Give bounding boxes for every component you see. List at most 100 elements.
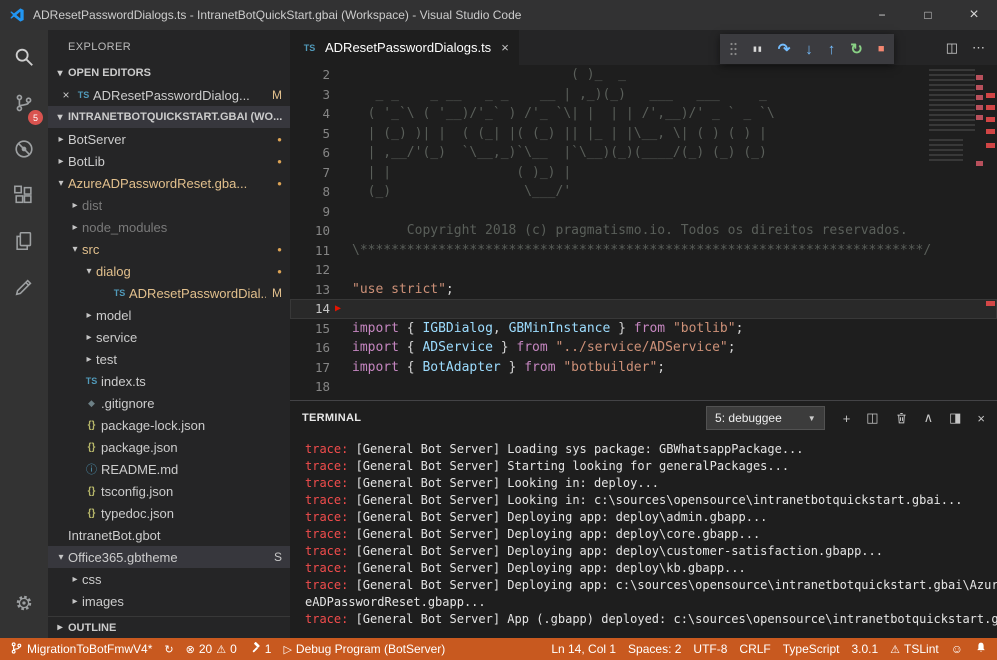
step-over-button[interactable]: ↷ — [778, 42, 791, 57]
chevron-right-icon[interactable]: ▸ — [82, 310, 96, 321]
chevron-right-icon[interactable]: ▸ — [54, 134, 68, 145]
new-terminal-button[interactable]: + — [843, 411, 851, 426]
chevron-down-icon[interactable]: ▾ — [54, 552, 68, 563]
running-tasks-status[interactable]: 1 — [243, 638, 278, 660]
code-line-7[interactable]: 7 | | ( )_) | — [290, 163, 997, 183]
sync-button[interactable]: ↻ — [158, 638, 179, 660]
terminal-session-select[interactable]: 5: debuggee ▼ — [706, 406, 825, 430]
code-line-13[interactable]: 13"use strict"; — [290, 280, 997, 300]
tree-item--gitignore[interactable]: ◆.gitignore — [48, 392, 290, 414]
code-line-9[interactable]: 9 — [290, 202, 997, 222]
feedback-smiley[interactable]: ☺ — [945, 638, 969, 660]
eol-status[interactable]: CRLF — [733, 638, 776, 660]
maximize-panel-button[interactable]: ∧ — [924, 410, 934, 426]
chevron-down-icon[interactable]: ▾ — [54, 178, 68, 189]
chevron-down-icon[interactable]: ▾ — [68, 244, 82, 255]
tree-item-readme-md[interactable]: ⓘREADME.md — [48, 458, 290, 480]
stop-button[interactable]: ■ — [878, 44, 885, 55]
activity-settings[interactable] — [0, 582, 48, 628]
chevron-right-icon[interactable]: ▸ — [68, 574, 82, 585]
ts-version-status[interactable]: 3.0.1 — [845, 638, 884, 660]
code-line-10[interactable]: 10 Copyright 2018 (c) pragmatismo.io. To… — [290, 221, 997, 241]
tree-item-adresetpassworddial-[interactable]: TSADResetPasswordDial...M — [48, 282, 290, 304]
tslint-status[interactable]: ⚠ TSLint — [884, 638, 945, 660]
activity-edit[interactable] — [0, 266, 48, 312]
tree-item-azureadpasswordreset-gba-[interactable]: ▾AzureADPasswordReset.gba...● — [48, 172, 290, 194]
minimap[interactable] — [927, 65, 983, 400]
open-editor-item[interactable]: × TS ADResetPasswordDialog... M — [48, 84, 290, 106]
panel-layout-button[interactable]: ◨ — [949, 410, 961, 426]
activity-source-control[interactable]: 5 — [0, 82, 48, 128]
chevron-right-icon[interactable]: ▸ — [54, 156, 68, 167]
code-line-18[interactable]: 18 — [290, 377, 997, 397]
chevron-right-icon[interactable]: ▸ — [68, 596, 82, 607]
tree-item-tsconfig-json[interactable]: {}tsconfig.json — [48, 480, 290, 502]
chevron-down-icon[interactable]: ▾ — [82, 266, 96, 277]
tree-item-src[interactable]: ▾src● — [48, 238, 290, 260]
code-line-11[interactable]: 11\*************************************… — [290, 241, 997, 261]
tree-item-index-ts[interactable]: TSindex.ts — [48, 370, 290, 392]
notifications[interactable] — [969, 638, 993, 660]
tree-item-dialog[interactable]: ▾dialog● — [48, 260, 290, 282]
activity-extensions[interactable] — [0, 174, 48, 220]
close-button[interactable]: × — [951, 0, 997, 30]
code-line-16[interactable]: 16import { ADService } from "../service/… — [290, 338, 997, 358]
terminal-output[interactable]: trace: [General Bot Server] Loading sys … — [290, 435, 997, 638]
git-branch-status[interactable]: MigrationToBotFmwV4* — [4, 638, 158, 660]
tree-item-package-json[interactable]: {}package.json — [48, 436, 290, 458]
tree-item-model[interactable]: ▸model — [48, 304, 290, 326]
activity-files[interactable] — [0, 220, 48, 266]
step-out-button[interactable]: ↑ — [828, 42, 836, 57]
tree-item-package-lock-json[interactable]: {}package-lock.json — [48, 414, 290, 436]
tree-item-office365-gbtheme[interactable]: ▾Office365.gbthemeS — [48, 546, 290, 568]
activity-debug[interactable] — [0, 128, 48, 174]
outline-section-header[interactable]: ▸ OUTLINE — [48, 616, 290, 638]
code-line-5[interactable]: 5 | (_) )| | ( (_| |( (_) || |_ | |\__, … — [290, 124, 997, 144]
step-into-button[interactable]: ↓ — [805, 42, 813, 57]
split-editor-icon[interactable]: ◫ — [946, 40, 958, 56]
problems-status[interactable]: ⊗ 20 ⚠ 0 — [180, 638, 243, 660]
editor[interactable]: 2 ( )_ _3 _ _ _ __ _ _ __ | ,_)(_) ___ _… — [290, 65, 997, 400]
tree-item-botserver[interactable]: ▸BotServer● — [48, 128, 290, 150]
code-line-8[interactable]: 8 (_) \___/' — [290, 182, 997, 202]
close-panel-button[interactable]: × — [977, 411, 985, 426]
more-actions-icon[interactable]: ⋯ — [972, 40, 985, 56]
tree-item-typedoc-json[interactable]: {}typedoc.json — [48, 502, 290, 524]
tree-item-test[interactable]: ▸test — [48, 348, 290, 370]
open-editors-header[interactable]: ▾ OPEN EDITORS — [48, 62, 290, 84]
minimize-button[interactable]: − — [859, 0, 905, 30]
cursor-position[interactable]: Ln 14, Col 1 — [545, 638, 622, 660]
pause-button[interactable]: ▮▮ — [753, 45, 763, 53]
code-line-14[interactable]: 14▶ — [290, 299, 997, 319]
tree-item-css[interactable]: ▸css — [48, 568, 290, 590]
code-line-2[interactable]: 2 ( )_ _ — [290, 65, 997, 85]
code-line-3[interactable]: 3 _ _ _ __ _ _ __ | ,_)(_) ___ ___ _ — [290, 85, 997, 105]
chevron-right-icon[interactable]: ▸ — [68, 222, 82, 233]
kill-terminal-button[interactable] — [895, 411, 908, 425]
chevron-right-icon[interactable]: ▸ — [82, 354, 96, 365]
close-icon[interactable]: × — [58, 88, 74, 102]
tree-item-dist[interactable]: ▸dist — [48, 194, 290, 216]
language-status[interactable]: TypeScript — [777, 638, 846, 660]
tree-item-botlib[interactable]: ▸BotLib● — [48, 150, 290, 172]
tree-item-images[interactable]: ▸images — [48, 590, 290, 612]
activity-search[interactable] — [0, 36, 48, 82]
drag-handle-icon[interactable] — [729, 41, 738, 57]
tab-active-file[interactable]: TS ADResetPasswordDialogs.ts × — [290, 30, 519, 65]
overview-ruler[interactable] — [984, 65, 997, 400]
debug-config-status[interactable]: ▷ Debug Program (BotServer) — [277, 638, 451, 660]
split-terminal-button[interactable]: ◫ — [866, 410, 878, 426]
code-line-4[interactable]: 4 ( '_`\ ( '__)/'_` ) /'_ `\| | | | /',_… — [290, 104, 997, 124]
close-icon[interactable]: × — [501, 40, 509, 55]
code-line-12[interactable]: 12 — [290, 260, 997, 280]
encoding-status[interactable]: UTF-8 — [687, 638, 733, 660]
code-line-6[interactable]: 6 | ,__/'(_) `\__,_)`\__ |`\__)(_)(____/… — [290, 143, 997, 163]
workspace-section-header[interactable]: ▾ INTRANETBOTQUICKSTART.GBAI (WO... — [48, 106, 290, 128]
tree-item-node-modules[interactable]: ▸node_modules — [48, 216, 290, 238]
tree-item-service[interactable]: ▸service — [48, 326, 290, 348]
chevron-right-icon[interactable]: ▸ — [68, 200, 82, 211]
code-line-15[interactable]: 15import { IGBDialog, GBMinInstance } fr… — [290, 319, 997, 339]
code-line-17[interactable]: 17import { BotAdapter } from "botbuilder… — [290, 358, 997, 378]
indentation-status[interactable]: Spaces: 2 — [622, 638, 687, 660]
tree-item-intranetbot-gbot[interactable]: IntranetBot.gbot — [48, 524, 290, 546]
